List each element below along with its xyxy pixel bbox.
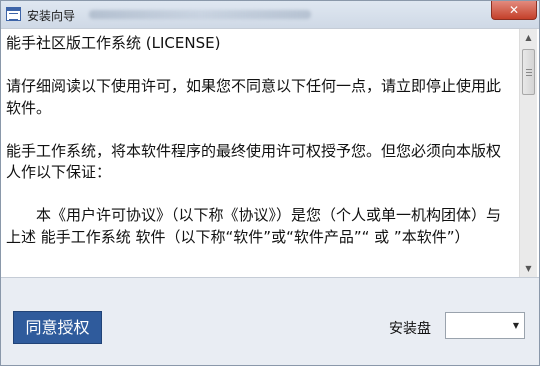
installer-window: 安装向导 ✕ 能手社区版工作系统 (LICENSE) 请仔细阅读以下使用许可，如… — [0, 0, 540, 366]
title-bar[interactable]: 安装向导 ✕ — [1, 1, 539, 28]
license-paragraph-1: 请仔细阅读以下使用许可，如果您不同意以下任何一点，请立即停止使用此软件。 — [6, 77, 502, 117]
scroll-thumb[interactable] — [522, 49, 535, 95]
close-button[interactable]: ✕ — [491, 1, 537, 20]
scroll-up-icon[interactable]: ▲ — [520, 29, 537, 46]
scroll-down-icon[interactable]: ▼ — [520, 260, 537, 277]
install-disk-label: 安装盘 — [389, 321, 431, 337]
license-heading: 能手社区版工作系统 (LICENSE) — [6, 34, 221, 52]
install-disk-select[interactable]: ▼ — [445, 312, 525, 339]
blurred-title-region — [89, 10, 311, 19]
license-text-area[interactable]: 能手社区版工作系统 (LICENSE) 请仔细阅读以下使用许可，如果您不同意以下… — [1, 28, 539, 278]
vertical-scrollbar[interactable]: ▲ ▼ — [519, 29, 537, 277]
window-icon — [6, 7, 21, 21]
window-title: 安装向导 — [27, 9, 76, 23]
agree-button[interactable]: 同意授权 — [13, 311, 102, 344]
license-paragraph-3: 本《用户许可协议》（以下称《协议》）是您（个人或单一机构团体）与上述 能手工作系… — [6, 206, 502, 246]
license-paragraph-2: 能手工作系统，将本软件程序的最终使用许可权授予您。但您必须向本版权人作以下保证： — [6, 141, 502, 182]
license-content: 能手社区版工作系统 (LICENSE) 请仔细阅读以下使用许可，如果您不同意以下… — [6, 33, 511, 248]
chevron-down-icon: ▼ — [512, 321, 519, 330]
